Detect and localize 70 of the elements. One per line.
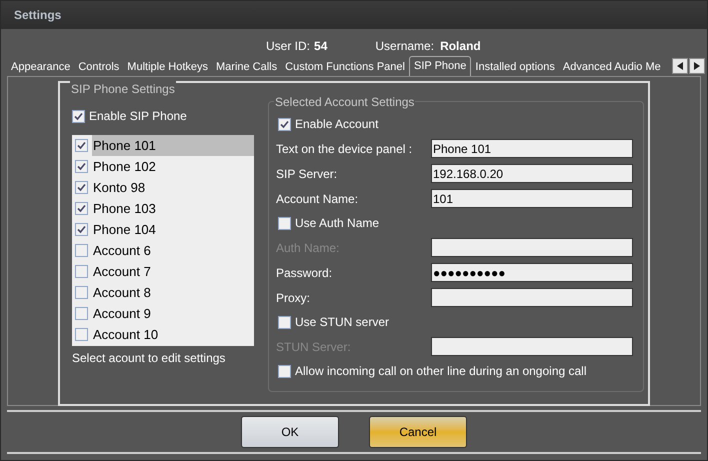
tab[interactable]: Advanced Audio Me <box>558 58 665 76</box>
username: Roland <box>440 38 481 55</box>
checkmark-icon <box>280 120 289 128</box>
account-item[interactable]: Account 7 <box>92 261 254 282</box>
enable-sip-label: Enable SIP Phone <box>89 108 187 125</box>
right-arrow-icon <box>694 62 700 70</box>
checkbox[interactable] <box>75 160 88 173</box>
user-id: 54 <box>314 38 328 55</box>
checkbox[interactable] <box>75 181 88 194</box>
tab[interactable]: Installed options <box>471 58 559 76</box>
checkbox[interactable] <box>75 328 88 341</box>
checkbox-label: Allow incoming call on other line during an ongoing call <box>295 363 587 380</box>
checkbox[interactable] <box>75 286 88 299</box>
account-item[interactable]: Phone 102 <box>92 156 254 177</box>
scroll-right-button[interactable] <box>689 58 705 74</box>
input-field[interactable]: ●●●●●●●●●● <box>431 263 633 282</box>
field-label: Text on the device panel : <box>276 140 412 158</box>
account-item[interactable]: Account 10 <box>92 324 254 345</box>
checkbox[interactable] <box>278 316 291 328</box>
checkmark-icon <box>77 183 86 192</box>
tab[interactable]: SIP Phone <box>408 56 472 76</box>
field-label: Proxy: <box>276 290 310 306</box>
checkmark-icon <box>74 112 83 120</box>
input-field[interactable]: 101 <box>431 189 633 208</box>
dialog-button[interactable]: OK <box>241 416 339 448</box>
tab[interactable]: Custom Functions Panel <box>281 58 409 76</box>
account-item[interactable]: Account 8 <box>92 282 254 303</box>
input-field[interactable] <box>431 238 633 257</box>
account-item[interactable]: Phone 101 <box>92 135 254 156</box>
account-item[interactable]: Konto 98 <box>92 177 254 198</box>
group-title: SIP Phone Settings <box>70 80 176 98</box>
checkmark-icon <box>77 141 86 150</box>
checkmark-icon <box>77 162 86 171</box>
checkbox[interactable] <box>75 265 88 278</box>
dialog-button[interactable]: Cancel <box>369 416 467 448</box>
checkbox-label: Use STUN server <box>295 314 390 331</box>
checkmark-icon <box>77 204 86 213</box>
scroll-left-button[interactable] <box>672 58 688 74</box>
checkbox[interactable] <box>75 202 88 215</box>
checkmark-icon <box>77 225 86 234</box>
window-title: Settings <box>14 7 62 24</box>
checkbox[interactable] <box>278 364 291 378</box>
checkbox-label: Use Auth Name <box>295 215 380 232</box>
checkbox[interactable] <box>75 223 88 236</box>
field-label: Account Name: <box>276 190 358 208</box>
account-item[interactable]: Phone 103 <box>92 198 254 219</box>
account-item[interactable]: Phone 104 <box>92 219 254 240</box>
tab[interactable]: Multiple Hotkeys <box>123 58 212 76</box>
input-field[interactable] <box>431 288 633 307</box>
left-arrow-icon <box>677 62 683 70</box>
account-item[interactable]: Account 6 <box>92 240 254 261</box>
field-label: Password: <box>276 264 332 282</box>
checkbox[interactable] <box>278 216 291 230</box>
tab[interactable]: Controls <box>74 58 124 76</box>
username-label: Username: <box>375 38 434 55</box>
account-item[interactable]: Account 9 <box>92 303 254 324</box>
input-field[interactable]: Phone 101 <box>431 139 633 158</box>
tab[interactable]: Marine Calls <box>212 58 282 76</box>
checkbox[interactable] <box>72 110 85 122</box>
checkbox-label: Enable Account <box>295 116 378 133</box>
checkbox[interactable] <box>75 307 88 320</box>
input-field[interactable] <box>431 337 633 356</box>
checkbox[interactable] <box>278 118 291 130</box>
user-id-label: User ID: <box>266 38 310 55</box>
checkbox[interactable] <box>75 139 88 152</box>
hint-text: Select acount to edit settings <box>72 350 226 367</box>
tab[interactable]: Appearance <box>7 58 74 76</box>
field-label: SIP Server: <box>276 166 338 182</box>
input-field[interactable]: 192.168.0.20 <box>431 164 633 183</box>
checkbox[interactable] <box>75 244 88 257</box>
